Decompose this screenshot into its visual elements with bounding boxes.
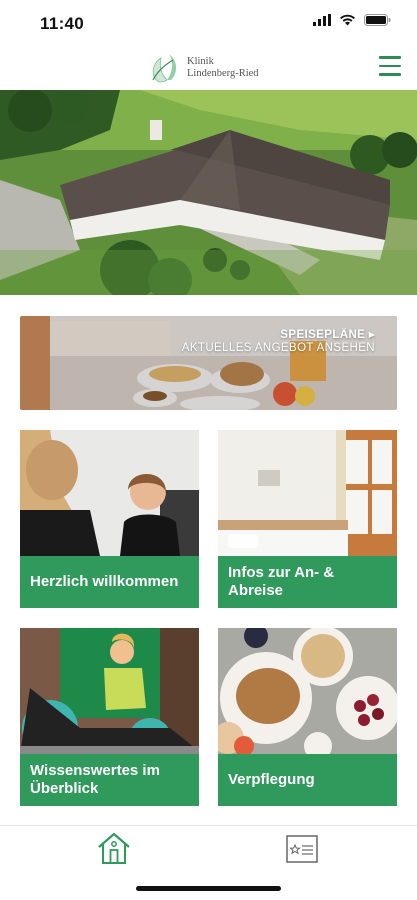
- tile-welcome-label: Herzlich willkommen: [20, 556, 199, 608]
- signal-icon: [313, 14, 331, 26]
- banner-subtitle: AKTUELLES ANGEBOT ANSEHEN: [181, 342, 375, 354]
- tile-arrival-departure[interactable]: Infos zur An- & Abreise: [218, 430, 397, 608]
- tile-welcome[interactable]: Herzlich willkommen: [20, 430, 199, 608]
- tile-arrival-departure-label: Infos zur An- & Abreise: [218, 556, 397, 608]
- home-icon: [98, 832, 130, 864]
- leaf-logo-icon: [152, 54, 177, 83]
- status-time: 11:40: [40, 14, 85, 33]
- room-photo: [218, 430, 397, 556]
- logo-line-1: Klinik: [187, 56, 214, 67]
- app-header: Klinik Lindenberg-Ried: [0, 46, 417, 90]
- tile-overview[interactable]: Wissenswertes im Überblick: [20, 628, 199, 806]
- document-star-icon: [286, 835, 318, 863]
- hamburger-menu-icon[interactable]: [379, 56, 401, 76]
- status-bar: 11:40: [0, 0, 417, 46]
- banner-title: SPEISEPLÄNE ▸: [280, 329, 375, 341]
- tile-overview-label: Wissenswertes im Überblick: [20, 754, 199, 806]
- tab-home[interactable]: [96, 831, 132, 867]
- exercise-photo: [20, 628, 199, 754]
- welcome-photo: [20, 430, 199, 556]
- tile-catering-label: Verpflegung: [218, 754, 397, 806]
- food-photo: [218, 628, 397, 754]
- home-indicator: [136, 886, 281, 891]
- wifi-icon: [340, 14, 355, 26]
- hero-clinic-photo: [0, 90, 417, 295]
- status-icons: [313, 14, 391, 26]
- logo-line-2: Lindenberg-Ried: [187, 68, 259, 79]
- tab-documents[interactable]: [284, 831, 320, 867]
- clinic-logo[interactable]: Klinik Lindenberg-Ried: [147, 52, 259, 84]
- battery-icon: [364, 14, 391, 26]
- meal-plan-banner[interactable]: SPEISEPLÄNE ▸ AKTUELLES ANGEBOT ANSEHEN: [20, 316, 397, 410]
- tile-catering[interactable]: Verpflegung: [218, 628, 397, 806]
